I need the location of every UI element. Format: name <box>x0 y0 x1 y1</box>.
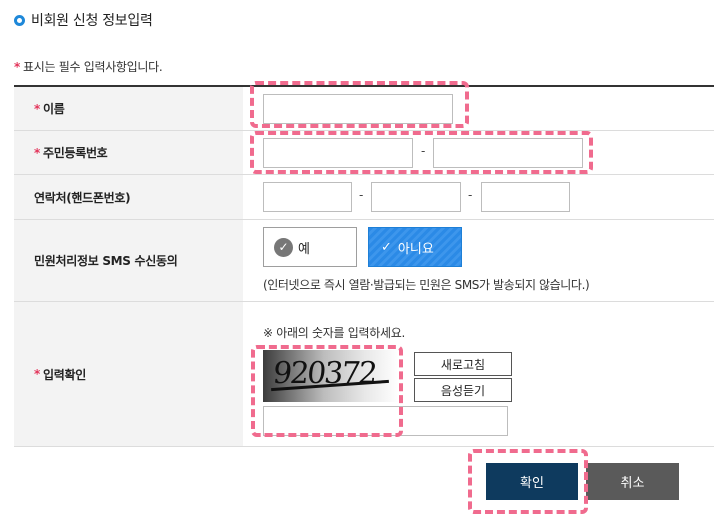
rrn-back-input[interactable] <box>433 138 583 168</box>
sms-value-cell: ✓ 예 ✓ 아니요 (인터넷으로 즉시 열람·발급되는 민원은 SMS가 발송되… <box>243 220 714 301</box>
captcha-input[interactable] <box>263 406 508 436</box>
name-label-cell: * 이름 <box>14 87 243 130</box>
required-star-icon: * <box>34 145 40 160</box>
phone-label-cell: 연락처(핸드폰번호) <box>14 175 243 219</box>
application-form: * 이름 * 주민등록번호 - 연락처(핸드폰번호) - - 민원처리정보 SM… <box>14 85 714 447</box>
sms-label: 민원처리정보 SMS 수신동의 <box>34 254 178 268</box>
phone-separator-2: - <box>468 188 473 202</box>
rrn-value-cell: - <box>243 131 714 174</box>
captcha-refresh-button[interactable]: 새로고침 <box>414 352 512 376</box>
phone-separator-1: - <box>359 188 364 202</box>
captcha-audio-button[interactable]: 음성듣기 <box>414 378 512 402</box>
rrn-label-cell: * 주민등록번호 <box>14 131 243 174</box>
sms-note: (인터넷으로 즉시 열람·발급되는 민원은 SMS가 발송되지 않습니다.) <box>263 278 590 292</box>
sms-no-radio[interactable]: ✓ 아니요 <box>368 227 462 267</box>
name-label: 이름 <box>42 102 65 116</box>
captcha-value-cell: ※ 아래의 숫자를 입력하세요. 920372 새로고침 음성듣기 <box>243 302 714 446</box>
captcha-row: * 입력확인 ※ 아래의 숫자를 입력하세요. 920372 새로고침 음성듣기 <box>14 302 714 447</box>
name-input[interactable] <box>263 94 453 124</box>
captcha-label-cell: * 입력확인 <box>14 302 243 446</box>
sms-label-cell: 민원처리정보 SMS 수신동의 <box>14 220 243 301</box>
page-title: 비회원 신청 정보입력 <box>31 13 153 29</box>
rrn-label: 주민등록번호 <box>42 146 108 160</box>
rrn-row: * 주민등록번호 - <box>14 131 714 175</box>
rrn-separator: - <box>421 144 426 158</box>
name-value-cell <box>243 87 714 130</box>
sms-yes-label: 예 <box>298 241 310 257</box>
name-row: * 이름 <box>14 87 714 131</box>
required-star-icon: * <box>34 367 40 381</box>
phone-value-cell: - - <box>243 175 714 219</box>
required-star-icon: * <box>14 60 20 74</box>
confirm-button[interactable]: 확인 <box>486 463 578 500</box>
required-star-icon: * <box>34 101 40 116</box>
required-note: * 표시는 필수 입력사항입니다. <box>14 58 163 75</box>
captcha-note: ※ 아래의 숫자를 입력하세요. <box>263 326 405 340</box>
phone-part3-input[interactable] <box>481 182 570 212</box>
phone-part2-input[interactable] <box>371 182 461 212</box>
phone-part1-input[interactable] <box>263 182 352 212</box>
check-circle-icon: ✓ <box>274 237 293 257</box>
phone-label: 연락처(핸드폰번호) <box>34 190 131 205</box>
captcha-label: 입력확인 <box>42 367 86 382</box>
sms-consent-row: 민원처리정보 SMS 수신동의 ✓ 예 ✓ 아니요 (인터넷으로 즉시 열람·발… <box>14 220 714 302</box>
captcha-image: 920372 <box>263 350 399 402</box>
rrn-front-input[interactable] <box>263 138 413 168</box>
page-title-row: 비회원 신청 정보입력 <box>14 10 153 30</box>
cancel-button[interactable]: 취소 <box>586 463 679 500</box>
required-note-text: 표시는 필수 입력사항입니다. <box>22 60 163 74</box>
circle-bullet-icon <box>14 14 25 26</box>
phone-row: 연락처(핸드폰번호) - - <box>14 175 714 220</box>
sms-yes-radio[interactable]: ✓ 예 <box>263 227 357 267</box>
check-icon: ✓ <box>381 239 392 255</box>
sms-no-label: 아니요 <box>397 241 434 257</box>
